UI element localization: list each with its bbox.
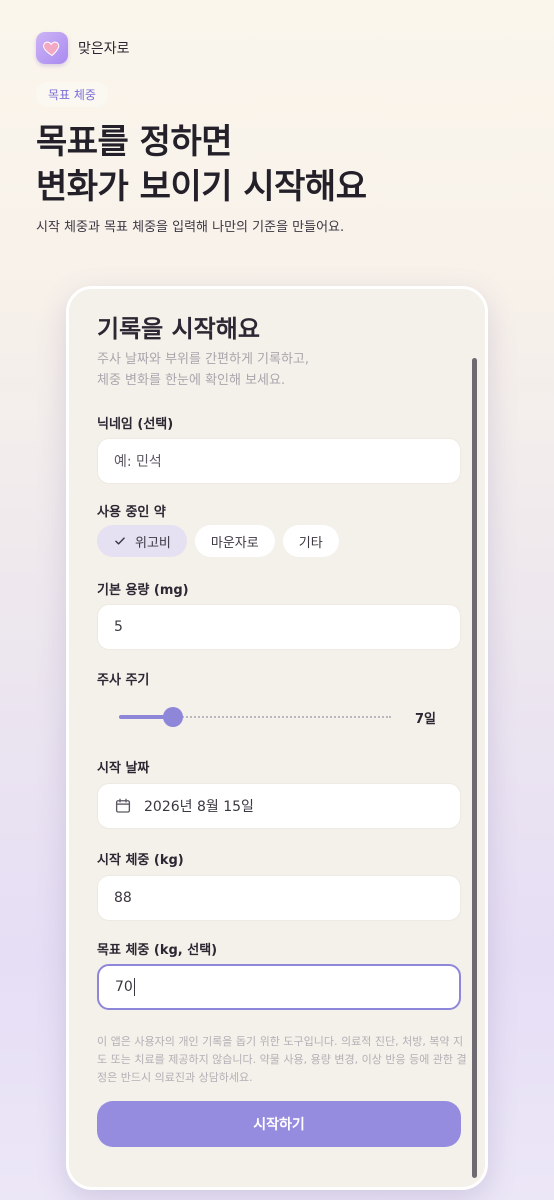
slider-thumb[interactable] <box>163 707 184 727</box>
start-date-value: 2026년 8월 15일 <box>144 799 254 815</box>
nickname-placeholder: 예: 민석 <box>114 454 162 470</box>
start-date-label: 시작 날짜 <box>97 761 150 776</box>
dose-value: 5 <box>114 619 123 635</box>
medicine-label: 사용 중인 약 <box>97 505 166 520</box>
app-header: 맞은자로 <box>36 32 130 64</box>
medicine-option-other[interactable]: 기타 <box>282 525 339 557</box>
form-description-line-1: 주사 날짜와 부위를 간편하게 기록하고, <box>97 352 310 367</box>
cycle-value: 7일 <box>415 712 437 727</box>
onboarding-form-card: 기록을 시작해요 주사 날짜와 부위를 간편하게 기록하고, 체중 변화를 한눈… <box>66 286 488 1190</box>
medicine-option-label: 기타 <box>298 535 323 551</box>
medicine-option-wegovy[interactable]: 위고비 <box>97 525 187 557</box>
start-date-input[interactable]: 2026년 8월 15일 <box>97 783 461 829</box>
heart-icon <box>43 41 60 57</box>
form-title: 기록을 시작해요 <box>97 315 260 343</box>
goal-weight-label: 목표 체중 (kg, 선택) <box>97 943 218 958</box>
calendar-icon <box>114 797 132 815</box>
dose-input[interactable]: 5 <box>97 604 461 650</box>
text-caret <box>133 978 135 996</box>
start-weight-input[interactable]: 88 <box>97 875 461 921</box>
form-description: 주사 날짜와 부위를 간편하게 기록하고, 체중 변화를 한눈에 확인해 보세요… <box>97 349 309 391</box>
dose-label: 기본 용량 (mg) <box>97 583 189 598</box>
title-line-2: 변화가 보이기 시작해요 <box>36 167 367 207</box>
form-description-line-2: 체중 변화를 한눈에 확인해 보세요. <box>97 373 286 388</box>
page-title: 목표를 정하면 변화가 보이기 시작해요 <box>36 120 367 210</box>
app-name: 맞은자로 <box>78 41 130 57</box>
medical-disclaimer: 이 앱은 사용자의 개인 기록을 돕기 위한 도구입니다. 의료적 진단, 처방… <box>97 1035 467 1084</box>
goal-weight-value: 70 <box>115 979 133 995</box>
start-weight-label: 시작 체중 (kg) <box>97 853 184 868</box>
check-icon <box>115 537 125 545</box>
goal-weight-input[interactable]: 70 <box>97 964 461 1010</box>
page-subtitle: 시작 체중과 목표 체중을 입력해 나만의 기준을 만들어요. <box>36 220 345 235</box>
start-weight-value: 88 <box>114 890 132 906</box>
medicine-option-label: 마운자로 <box>210 535 259 551</box>
goal-weight-chip: 목표 체중 <box>36 82 108 107</box>
medicine-option-label: 위고비 <box>135 535 171 551</box>
nickname-input[interactable]: 예: 민석 <box>97 438 461 484</box>
app-logo <box>36 32 68 64</box>
medicine-options: 위고비 마운자로 기타 <box>97 525 339 557</box>
cycle-slider[interactable] <box>119 707 391 727</box>
nickname-label: 닉네임 (선택) <box>97 417 174 432</box>
scrollbar[interactable] <box>472 358 477 1178</box>
title-line-1: 목표를 정하면 <box>36 122 233 162</box>
start-button[interactable]: 시작하기 <box>97 1101 461 1147</box>
medicine-option-mounjaro[interactable]: 마운자로 <box>194 525 275 557</box>
cycle-label: 주사 주기 <box>97 673 150 688</box>
